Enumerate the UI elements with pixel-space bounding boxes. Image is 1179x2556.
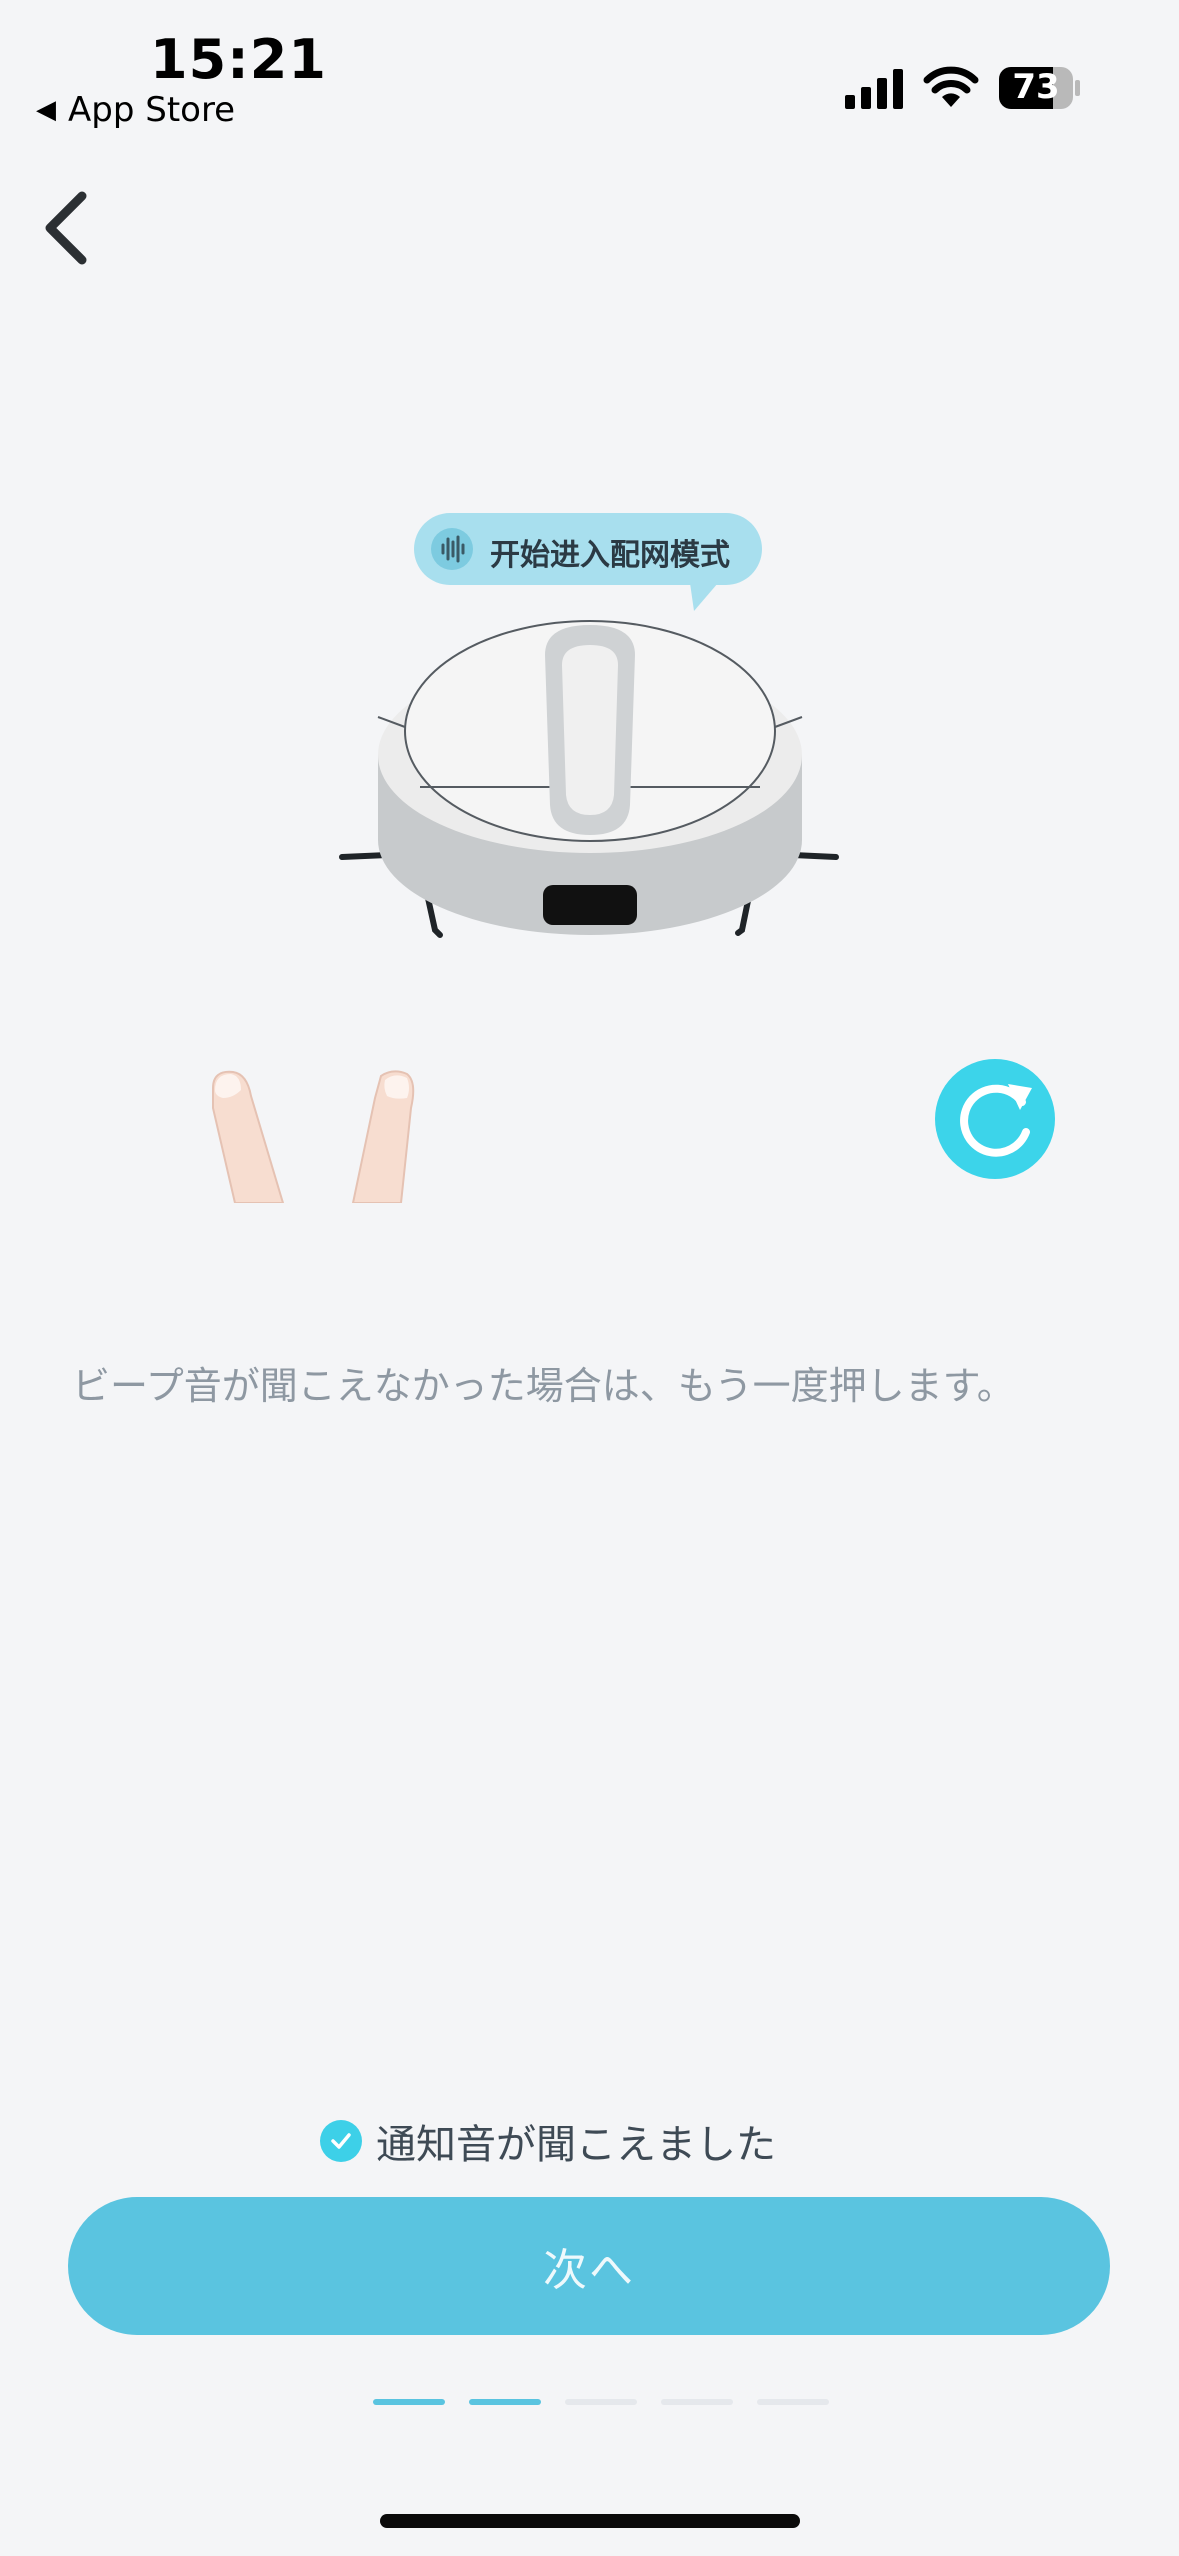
- home-indicator[interactable]: [380, 2514, 800, 2528]
- page-indicator: [373, 2399, 853, 2405]
- instruction-text: ビープ音が聞こえなかった場合は、もう一度押します。: [72, 1364, 1015, 1408]
- confirm-heard-checkbox[interactable]: 通知音が聞こえました: [320, 2112, 776, 2170]
- battery-level: 73: [1012, 67, 1060, 107]
- finger-left-illustration: [212, 1070, 285, 1203]
- next-button[interactable]: 次へ: [68, 2197, 1110, 2335]
- page-dash-3: [565, 2399, 637, 2405]
- finger-right-illustration: [351, 1070, 415, 1203]
- cellular-signal-icon: [845, 69, 903, 109]
- page-dash-5: [757, 2399, 829, 2405]
- checkmark-icon[interactable]: [320, 2120, 362, 2162]
- chevron-left-icon[interactable]: [38, 188, 98, 268]
- wifi-icon: [923, 66, 979, 107]
- back-triangle-icon: ◀: [36, 95, 56, 125]
- page-dash-4: [661, 2399, 733, 2405]
- page-dash-1: [373, 2399, 445, 2405]
- status-time: 15:21: [150, 28, 327, 91]
- next-button-label: 次へ: [543, 2245, 635, 2296]
- back-to-app-label: App Store: [68, 90, 236, 130]
- page-dash-2: [469, 2399, 541, 2405]
- bubble-text: 开始进入配网模式: [490, 538, 730, 573]
- replay-icon[interactable]: [934, 1058, 1056, 1180]
- back-to-app-store[interactable]: ◀ App Store: [36, 90, 235, 130]
- confirm-label: 通知音が聞こえました: [376, 2122, 776, 2168]
